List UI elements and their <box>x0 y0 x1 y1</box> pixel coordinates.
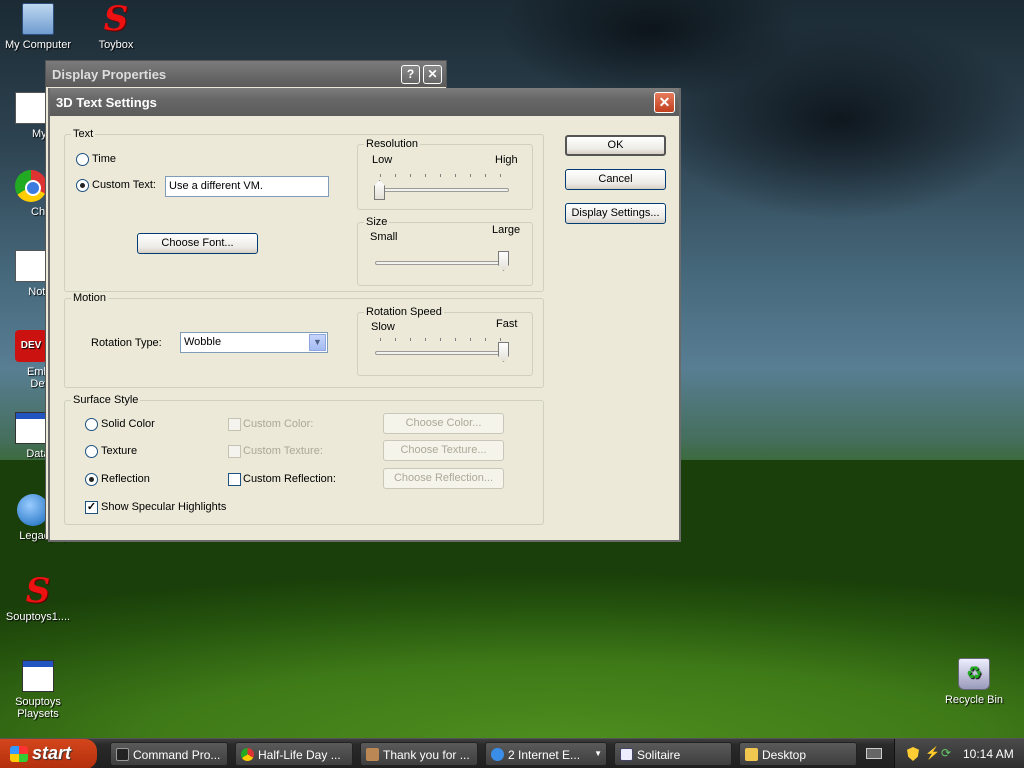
custom-texture-label: Custom Texture: <box>243 445 323 457</box>
task-solitaire[interactable]: Solitaire <box>614 742 732 766</box>
custom-reflection-label: Custom Reflection: <box>243 473 336 485</box>
3d-text-settings-dialog: 3D Text Settings ✕ Text Time Custom Text… <box>48 88 681 542</box>
choose-reflection-button[interactable]: Choose Reflection... <box>383 468 504 489</box>
show-specular-checkbox[interactable]: ✓ <box>85 501 98 514</box>
task-thank-you[interactable]: Thank you for ... <box>360 742 478 766</box>
keyboard-icon[interactable] <box>866 748 882 759</box>
internet-explorer-icon <box>491 748 504 761</box>
recycle-bin-icon <box>958 658 990 690</box>
task-internet-explorer-group[interactable]: 2 Internet E... ▼ <box>485 742 607 766</box>
rotation-type-value: Wobble <box>184 336 222 348</box>
reflection-radio[interactable] <box>85 473 98 486</box>
devcpp-icon: DEV <box>15 330 47 362</box>
text-group-label: Text <box>71 128 96 140</box>
desktop-icon-souptoys[interactable]: S Souptoys1.... <box>0 571 81 623</box>
rotation-type-label: Rotation Type: <box>91 337 162 349</box>
computer-icon <box>22 3 54 35</box>
custom-color-checkbox[interactable] <box>228 418 241 431</box>
security-shield-icon[interactable] <box>907 747 919 761</box>
size-small-label: Small <box>370 231 398 243</box>
cmd-icon <box>116 748 129 761</box>
display-properties-title: Display Properties <box>46 61 446 87</box>
resolution-ticks <box>380 174 508 177</box>
desktop-icon-recycle-bin[interactable]: Recycle Bin <box>931 658 1017 706</box>
task-command-prompt[interactable]: Command Pro... <box>110 742 228 766</box>
rotation-speed-label: Rotation Speed <box>364 306 444 318</box>
cancel-button[interactable]: Cancel <box>565 169 666 190</box>
solid-color-radio[interactable] <box>85 418 98 431</box>
desktop-icon-my-computer[interactable]: My Computer <box>0 3 81 51</box>
windows-logo-icon <box>10 746 28 762</box>
app-icon <box>366 748 379 761</box>
chevron-down-icon: ▼ <box>594 749 602 758</box>
system-tray: ⚡ ⟳ 10:14 AM <box>894 739 1024 768</box>
choose-texture-button[interactable]: Choose Texture... <box>383 440 504 461</box>
resolution-high-label: High <box>495 154 518 166</box>
paint-icon <box>15 92 47 124</box>
help-button[interactable]: ? <box>401 65 420 84</box>
task-desktop[interactable]: Desktop <box>739 742 857 766</box>
start-button[interactable]: start <box>0 739 97 768</box>
task-half-life[interactable]: Half-Life Day ... <box>235 742 353 766</box>
solid-color-label: Solid Color <box>101 418 155 430</box>
custom-text-input[interactable]: Use a different VM. <box>165 176 329 197</box>
ok-button[interactable]: OK <box>565 135 666 156</box>
datawatch-icon <box>15 412 47 444</box>
rotation-speed-slider-track[interactable] <box>375 351 509 355</box>
window-icon <box>22 660 54 692</box>
clock[interactable]: 10:14 AM <box>963 747 1014 761</box>
display-settings-button[interactable]: Display Settings... <box>565 203 666 224</box>
choose-color-button[interactable]: Choose Color... <box>383 413 504 434</box>
texture-radio[interactable] <box>85 445 98 458</box>
desktop-icon-souptoys-playsets[interactable]: Souptoys Playsets <box>0 660 81 720</box>
choose-font-button[interactable]: Choose Font... <box>137 233 258 254</box>
rotation-speed-ticks <box>380 338 508 341</box>
size-slider-track[interactable] <box>375 261 509 265</box>
dialog-title: 3D Text Settings <box>50 88 679 116</box>
close-button[interactable]: ✕ <box>423 65 442 84</box>
chrome-icon <box>241 748 254 761</box>
surface-style-label: Surface Style <box>71 394 141 406</box>
show-specular-label: Show Specular Highlights <box>101 501 227 513</box>
size-large-label: Large <box>492 224 521 236</box>
time-label: Time <box>92 153 117 165</box>
custom-text-label: Custom Text: <box>92 179 156 191</box>
network-icon[interactable]: ⚡ <box>925 746 940 760</box>
chrome-icon <box>15 170 47 202</box>
time-radio[interactable] <box>76 153 89 166</box>
texture-label: Texture <box>101 445 138 457</box>
rotation-type-select[interactable]: Wobble ▼ <box>180 332 328 353</box>
rotation-speed-slow-label: Slow <box>371 321 395 333</box>
taskbar: start Command Pro... Half-Life Day ... T… <box>0 738 1024 768</box>
sync-icon[interactable]: ⟳ <box>941 746 951 760</box>
chevron-down-icon[interactable]: ▼ <box>309 334 326 351</box>
folder-icon <box>745 748 758 761</box>
size-label: Size <box>364 216 390 228</box>
resolution-slider-track[interactable] <box>375 188 509 192</box>
custom-texture-checkbox[interactable] <box>228 445 241 458</box>
custom-reflection-checkbox[interactable] <box>228 473 241 486</box>
souptoys-s-icon: S <box>25 571 51 611</box>
custom-text-radio[interactable] <box>76 179 89 192</box>
motion-group-label: Motion <box>71 292 109 304</box>
reflection-label: Reflection <box>101 473 150 485</box>
resolution-label: Resolution <box>364 138 420 150</box>
notepad-icon <box>15 250 47 282</box>
souptoys-s-icon: S <box>103 0 129 39</box>
resolution-low-label: Low <box>372 154 393 166</box>
rotation-speed-fast-label: Fast <box>496 318 518 330</box>
dialog-close-button[interactable]: ✕ <box>654 92 675 113</box>
cards-icon <box>620 748 633 761</box>
custom-color-label: Custom Color: <box>243 418 314 430</box>
desktop-icon-toybox[interactable]: S Toybox <box>73 0 159 51</box>
